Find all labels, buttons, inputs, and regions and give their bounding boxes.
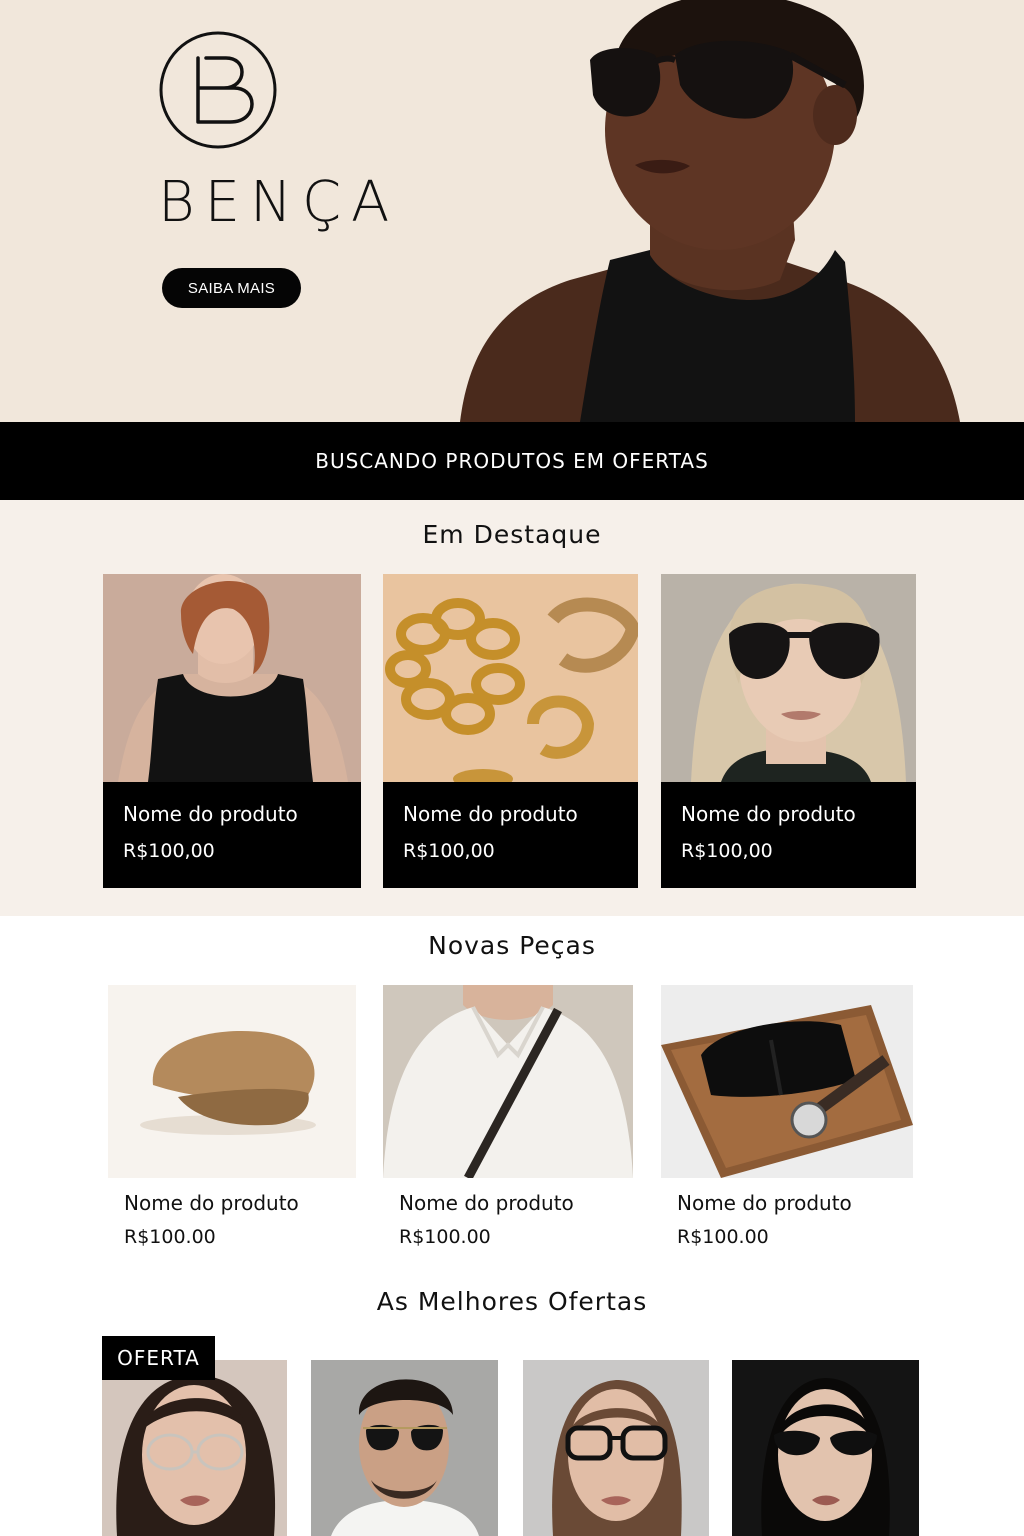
product-name: Nome do produto: [677, 1191, 852, 1215]
product-image: [523, 1360, 709, 1536]
product-image: [732, 1360, 919, 1536]
product-image: [103, 574, 361, 782]
offer-product-card[interactable]: [523, 1360, 709, 1536]
brand-logo-icon: [159, 31, 277, 149]
product-image: [108, 985, 356, 1178]
product-price: R$100.00: [124, 1226, 216, 1248]
offers-banner[interactable]: BUSCANDO PRODUTOS EM OFERTAS: [0, 422, 1024, 500]
new-product-card[interactable]: Nome do produto R$100.00: [383, 985, 633, 1255]
featured-product-card[interactable]: Nome do produto R$100,00: [383, 574, 638, 888]
product-name: Nome do produto: [124, 1191, 299, 1215]
new-items-title: Novas Peças: [428, 931, 596, 960]
product-image: [311, 1360, 498, 1536]
banner-text: BUSCANDO PRODUTOS EM OFERTAS: [315, 449, 709, 473]
product-price: R$100,00: [123, 840, 215, 862]
product-price: R$100,00: [681, 840, 773, 862]
offer-product-card[interactable]: [311, 1360, 498, 1536]
featured-product-card[interactable]: Nome do produto R$100,00: [661, 574, 916, 888]
product-name: Nome do produto: [403, 802, 578, 826]
brand-name: BENÇA: [158, 170, 400, 235]
product-image: [661, 985, 913, 1178]
offer-badge: OFERTA: [102, 1336, 215, 1380]
featured-product-card[interactable]: Nome do produto R$100,00: [103, 574, 361, 888]
new-product-card[interactable]: Nome do produto R$100.00: [661, 985, 913, 1255]
featured-title: Em Destaque: [422, 520, 602, 549]
offers-title: As Melhores Ofertas: [376, 1287, 648, 1316]
saiba-mais-button[interactable]: SAIBA MAIS: [162, 268, 301, 308]
hero-model-photo: [460, 0, 960, 422]
product-image: [383, 574, 638, 782]
product-price: R$100.00: [677, 1226, 769, 1248]
hero-section: BENÇA SAIBA MAIS: [0, 0, 1024, 422]
product-image: [383, 985, 633, 1178]
product-name: Nome do produto: [681, 802, 856, 826]
product-name: Nome do produto: [123, 802, 298, 826]
offer-product-card[interactable]: [102, 1360, 287, 1536]
product-name: Nome do produto: [399, 1191, 574, 1215]
featured-section: Em Destaque Nome do produto R$100,00 Nom…: [0, 500, 1024, 916]
product-price: R$100,00: [403, 840, 495, 862]
product-image: [661, 574, 916, 782]
product-image: [102, 1360, 287, 1536]
offer-product-card[interactable]: [732, 1360, 919, 1536]
product-price: R$100.00: [399, 1226, 491, 1248]
new-product-card[interactable]: Nome do produto R$100.00: [108, 985, 356, 1255]
